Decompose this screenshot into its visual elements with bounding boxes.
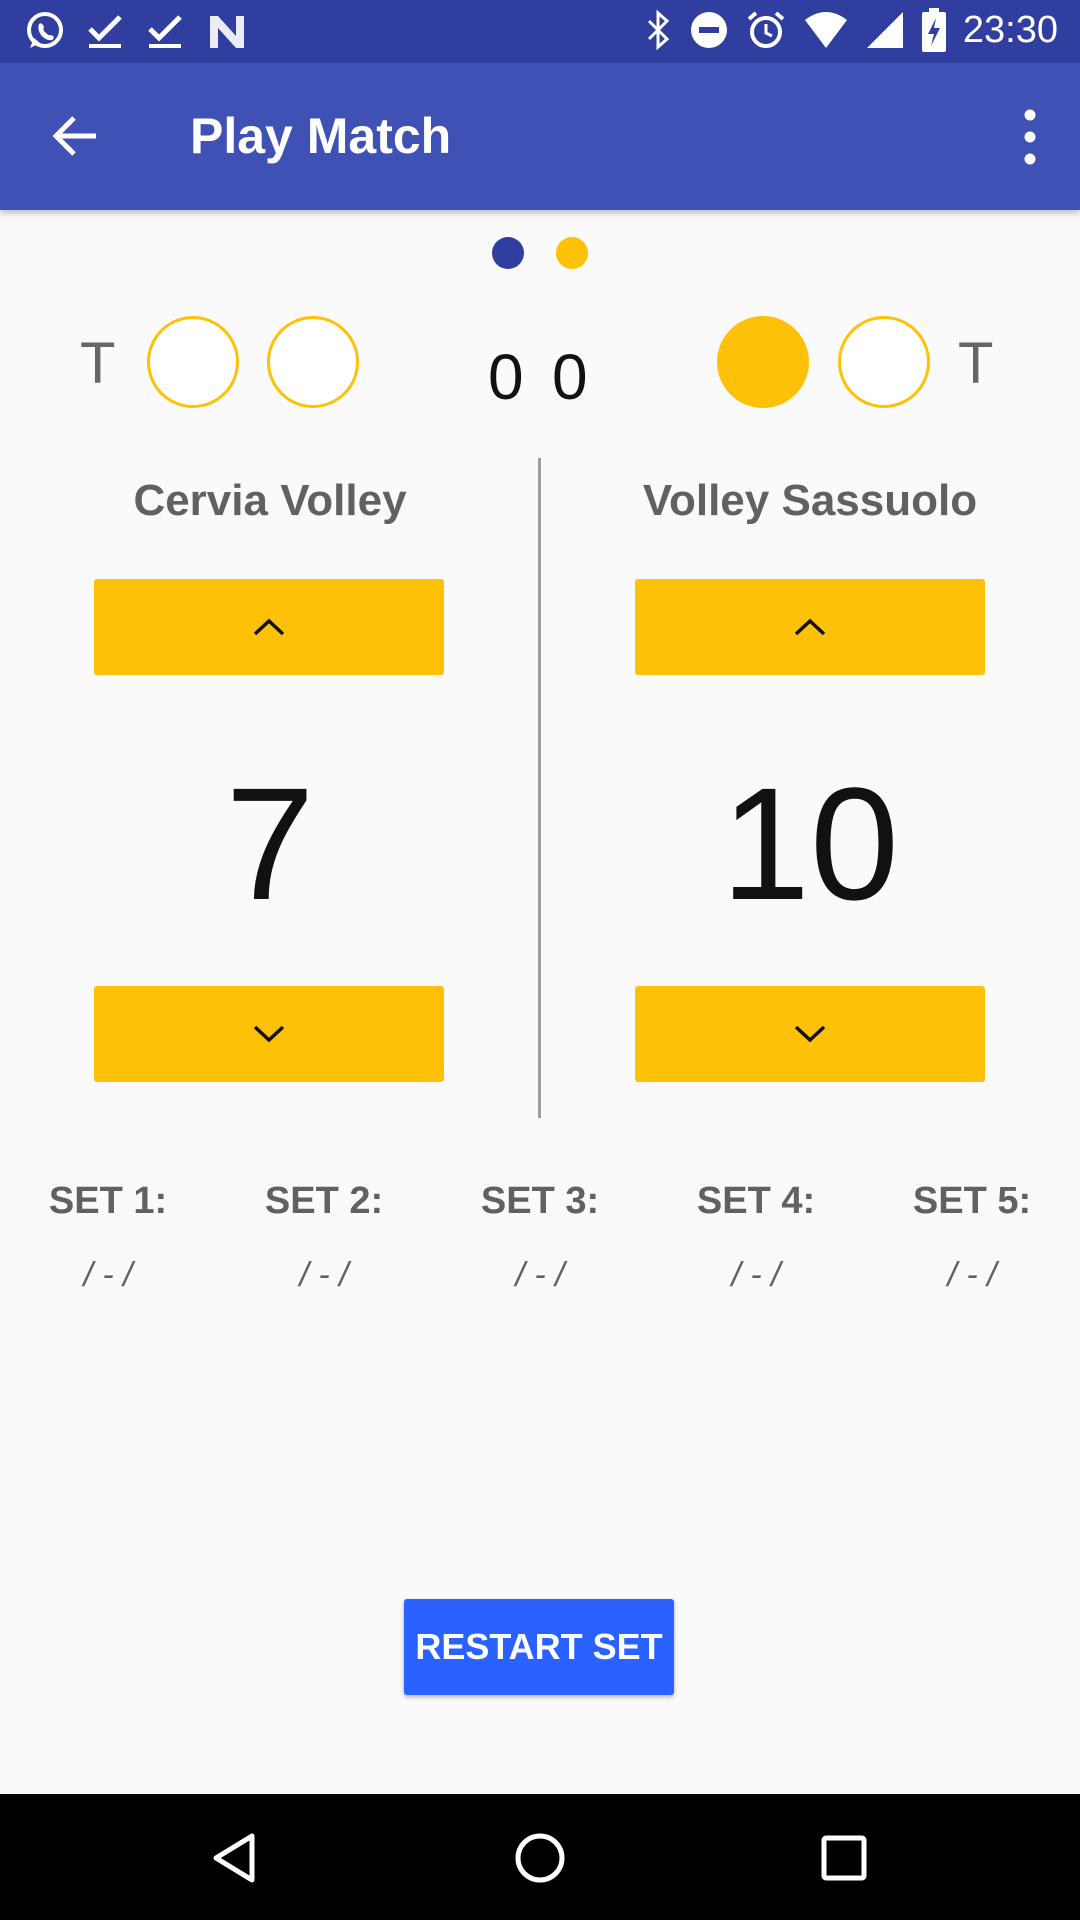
set-3-label: SET 3: [480,1180,600,1222]
away-timeout-label: T [958,331,994,396]
status-time: 23:30 [962,8,1058,51]
home-timeout-2[interactable] [267,316,359,408]
home-score: 7 [225,754,315,933]
home-circle-icon[interactable] [512,1830,568,1886]
chevron-up-icon [794,618,826,636]
page-indicator-dot [556,237,588,269]
status-bar: 23:30 [0,0,1080,63]
chevron-down-icon [253,1025,285,1043]
check-icon [148,15,182,48]
set-4-label: SET 4: [696,1180,816,1222]
chevron-down-icon [794,1025,826,1043]
n-logo-icon [210,16,244,48]
alarm-icon [747,11,785,48]
set-4-value: / - / [731,1256,781,1294]
away-decrement-button[interactable] [635,986,985,1082]
away-timeout-2[interactable] [838,316,930,408]
away-timeout-1[interactable] [717,316,809,408]
more-vert-icon[interactable] [1010,105,1050,169]
set-1-value: / - / [83,1256,133,1294]
away-sets-won: 0 [552,341,588,413]
check-icon [88,15,122,48]
navigation-bar [0,1794,1080,1920]
chevron-up-icon [253,618,285,636]
back-triangle-icon[interactable] [208,1830,264,1886]
page-indicator-dot-active [492,237,524,269]
arrow-back-icon[interactable] [46,107,104,165]
notification-icons [24,10,248,52]
home-decrement-button[interactable] [94,986,444,1082]
set-5-value: / - / [947,1256,997,1294]
set-2-label: SET 2: [264,1180,384,1222]
do-not-disturb-icon [690,12,727,48]
whatsapp-icon [27,12,63,48]
set-2-value: / - / [299,1256,349,1294]
home-sets-won: 0 [488,341,524,413]
home-timeout-label: T [80,331,116,396]
signal-icon [866,12,903,48]
set-5-label: SET 5: [912,1180,1032,1222]
page-title: Play Match [190,108,452,164]
battery-charging-icon [921,8,946,52]
home-increment-button[interactable] [94,579,444,675]
bluetooth-icon [647,9,670,51]
away-score: 10 [721,754,899,933]
restart-set-button[interactable]: RESTART SET [404,1599,674,1695]
home-timeout-1[interactable] [147,316,239,408]
set-3-value: / - / [515,1256,565,1294]
home-team-name: Cervia Volley [133,476,407,525]
recents-square-icon[interactable] [816,1830,872,1886]
system-icons: 23:30 [645,8,1058,52]
away-increment-button[interactable] [635,579,985,675]
wifi-icon [804,12,847,48]
app-bar: Play Match [0,63,1080,210]
set-1-label: SET 1: [48,1180,168,1222]
away-team-name: Volley Sassuolo [642,476,978,525]
